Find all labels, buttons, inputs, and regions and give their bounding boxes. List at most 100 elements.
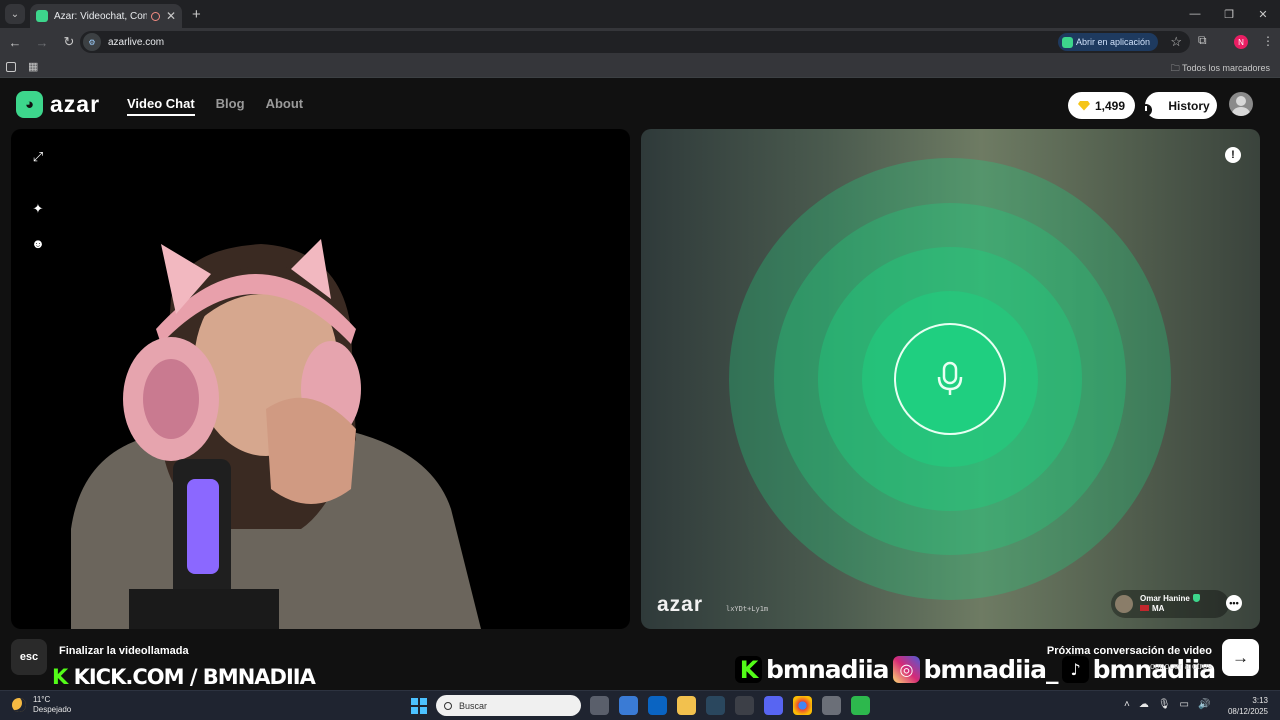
open-in-app-button[interactable]: Abrir en aplicación: [1057, 33, 1158, 51]
gems-button[interactable]: 1,499: [1068, 92, 1135, 119]
report-icon[interactable]: !: [1225, 147, 1241, 163]
search-icon: [444, 701, 452, 710]
browser-tab[interactable]: Azar: Videochat, Conoce A ✕: [30, 4, 182, 28]
azar-watermark: azar: [657, 593, 704, 616]
recording-icon: [150, 11, 160, 21]
tray-overflow-icon[interactable]: ˄: [1124, 699, 1130, 710]
weather-condition: Despejado: [33, 705, 72, 714]
kick-text: KICK.COM / BMNADIIA: [73, 665, 316, 689]
history-button[interactable]: History: [1140, 92, 1217, 119]
tab-title: Azar: Videochat, Conoce A: [54, 10, 147, 22]
play-app-icon[interactable]: [851, 696, 870, 715]
store-icon[interactable]: [619, 696, 638, 715]
weather-widget[interactable]: 11°C Despejado: [12, 695, 71, 715]
minimize-icon[interactable]: —: [1178, 8, 1212, 20]
tab-search-button[interactable]: ⌄: [5, 4, 25, 24]
clock-icon: [1140, 103, 1153, 116]
url-text[interactable]: azarlive.com: [108, 37, 164, 48]
weather-text: 11°C Despejado: [33, 695, 71, 715]
taskbar-search[interactable]: Buscar: [436, 695, 581, 716]
browser-tabbar: ⌄ Azar: Videochat, Conoce A ✕ + — ❐ ✕: [0, 0, 1280, 28]
bookmark-star-icon[interactable]: ☆: [1170, 34, 1182, 50]
kick-icon: K: [52, 665, 68, 689]
system-tray: ˄ ☁ 🎙 ▭ 🔊: [1124, 699, 1210, 710]
self-video-feed: [71, 239, 481, 629]
display-icon[interactable]: ▭: [1180, 699, 1189, 710]
all-bookmarks[interactable]: 🗀 Todos los marcadores: [1171, 61, 1270, 77]
search-placeholder: Buscar: [459, 700, 488, 711]
call-controls: esc Finalizar la videollamada K KICK.COM…: [0, 638, 1280, 690]
tiktok-icon: ♪: [1061, 656, 1089, 683]
taskbar-clock[interactable]: 3:13 08/12/2025: [1228, 695, 1268, 717]
capture-icon[interactable]: [735, 696, 754, 715]
bookmark-page-icon[interactable]: [6, 61, 16, 72]
forward-icon[interactable]: →: [30, 35, 54, 50]
site-info-icon[interactable]: ⚙: [83, 33, 101, 51]
expand-icon[interactable]: ⤢: [30, 149, 46, 165]
discord-icon[interactable]: [764, 696, 783, 715]
history-label: History: [1168, 98, 1210, 113]
next-chat-sub: conocer a otros: [1149, 661, 1212, 671]
peer-name: Omar Hanine: [1140, 594, 1190, 603]
browser-menu-icon[interactable]: ⋮: [1262, 34, 1274, 48]
nav-about[interactable]: About: [266, 96, 304, 116]
close-window-icon[interactable]: ✕: [1246, 8, 1280, 21]
instagram-icon: ◎: [892, 656, 920, 683]
peer-info-chip[interactable]: Omar Hanine MA: [1111, 590, 1229, 618]
windows-taskbar: 11°C Despejado Buscar ˄ ☁ 🎙 ▭ 🔊 3:13 08/…: [0, 690, 1280, 720]
azar-favicon-icon: [36, 10, 48, 22]
file-explorer-icon[interactable]: [677, 696, 696, 715]
nav-video-chat[interactable]: Video Chat: [127, 96, 195, 116]
cloud-icon[interactable]: ☁: [1139, 699, 1149, 710]
temperature: 11°C: [33, 695, 51, 704]
extensions-icon[interactable]: ⧉: [1198, 33, 1207, 48]
steam-icon[interactable]: [706, 696, 725, 715]
profile-avatar[interactable]: N: [1234, 35, 1248, 49]
end-call-label: Finalizar la videollamada: [59, 645, 189, 657]
peer-avatar: [1115, 595, 1133, 613]
tab-close-icon[interactable]: ✕: [166, 9, 176, 23]
omnibox[interactable]: ⚙ azarlive.com Abrir en aplicación ☆: [80, 31, 1190, 53]
microphone-button[interactable]: [894, 323, 1006, 435]
watermark-id: lxYDt+Ly1m: [726, 605, 769, 613]
voice-waves: [729, 158, 1171, 600]
task-view-icon[interactable]: [590, 696, 609, 715]
peer-country: MA: [1152, 604, 1165, 613]
outlook-icon[interactable]: [648, 696, 667, 715]
new-tab-button[interactable]: +: [192, 6, 201, 23]
azar-logo[interactable]: ◕ azar: [16, 91, 100, 118]
peer-video-panel: ! azar lxYDt+Ly1m Omar Hanine MA •••: [641, 129, 1260, 629]
next-chat-button[interactable]: →: [1222, 639, 1259, 676]
window-controls: — ❐ ✕: [1178, 0, 1280, 28]
start-icon[interactable]: [411, 698, 427, 714]
obs-icon[interactable]: [822, 696, 841, 715]
user-avatar-button[interactable]: [1229, 92, 1253, 116]
clock-date: 08/12/2025: [1227, 707, 1268, 716]
azar-page: ◕ azar Video Chat Blog About 1,499 Histo…: [0, 78, 1280, 690]
chrome-icon[interactable]: [793, 696, 812, 715]
address-bar-row: ← → ↻ ⚙ azarlive.com Abrir en aplicación…: [0, 28, 1280, 56]
back-icon[interactable]: ←: [3, 35, 27, 50]
social-instagram-handle: bmnadiia_: [923, 655, 1059, 684]
azar-logo-text: azar: [50, 91, 101, 117]
all-bookmarks-label: Todos los marcadores: [1181, 63, 1270, 73]
face-filter-icon[interactable]: ☻: [30, 235, 46, 251]
kick-logo-icon: K: [735, 656, 762, 684]
nav-blog[interactable]: Blog: [216, 96, 245, 116]
mic-tray-icon[interactable]: 🎙: [1158, 699, 1171, 710]
gems-count: 1,499: [1094, 98, 1126, 113]
esc-button[interactable]: esc: [11, 639, 47, 675]
verified-shield-icon: [1192, 594, 1200, 602]
chat-icon[interactable]: •••: [1226, 595, 1242, 611]
maximize-icon[interactable]: ❐: [1212, 8, 1246, 21]
taskbar-apps: [590, 696, 870, 715]
sparkle-icon[interactable]: ✦: [30, 201, 46, 217]
social-kick-handle: bmnadiia: [766, 655, 890, 684]
volume-icon[interactable]: 🔊: [1198, 699, 1210, 710]
bookmarks-bar: ▦ 🗀 Todos los marcadores: [0, 56, 1280, 78]
country-flag-icon: [1140, 605, 1149, 611]
reload-icon[interactable]: ↻: [57, 34, 81, 50]
apps-grid-icon[interactable]: ▦: [28, 60, 38, 73]
social-overlay: K bmnadiia ◎ bmnadiia_ ♪ bmnadiia: [731, 655, 1216, 684]
next-chat-label: Próxima conversación de video: [1046, 645, 1212, 657]
